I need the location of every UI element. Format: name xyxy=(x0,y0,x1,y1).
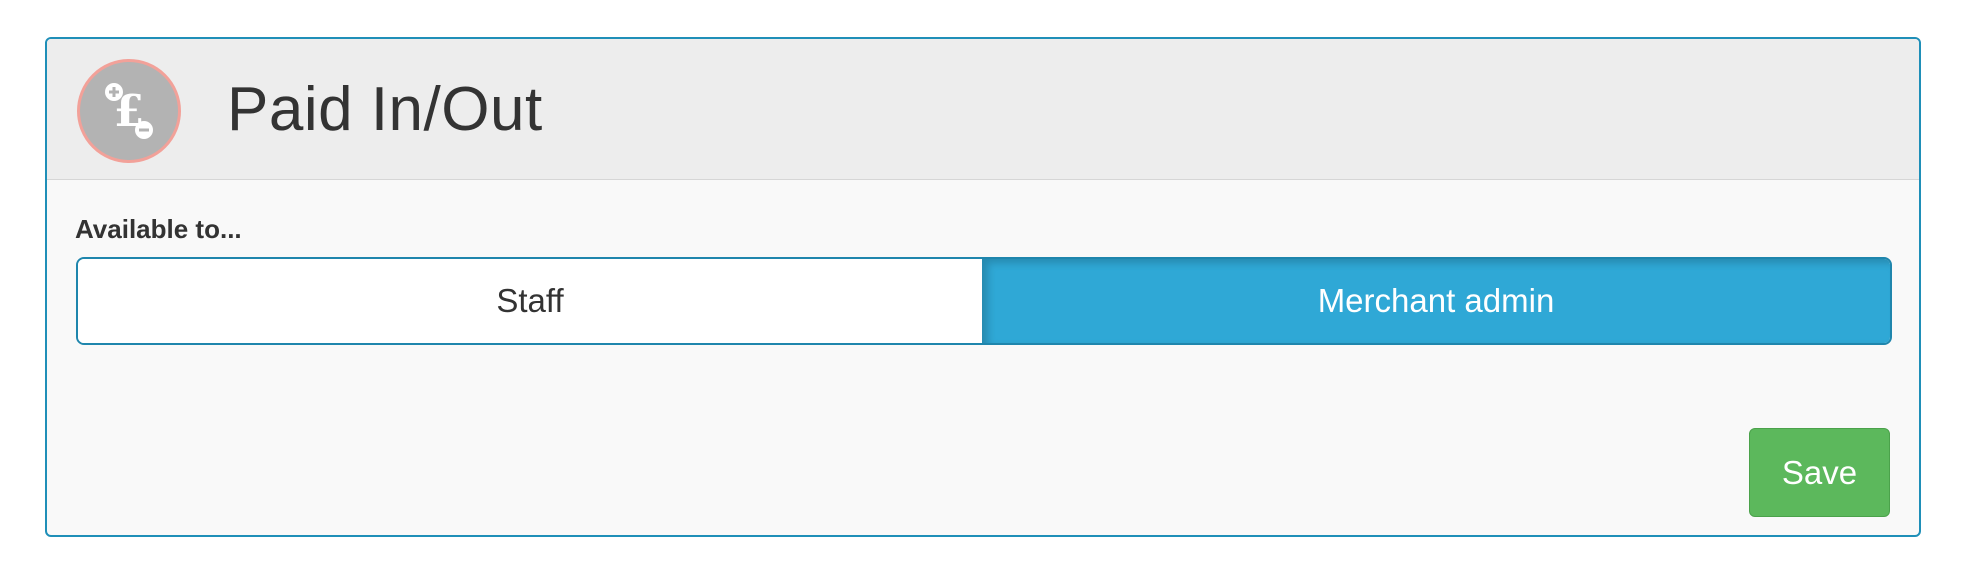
merchant-admin-option-label: Merchant admin xyxy=(1317,282,1555,319)
staff-option-label: Staff xyxy=(496,282,564,319)
save-button[interactable]: Save xyxy=(1749,428,1890,517)
merchant-admin-option-button[interactable]: Merchant admin xyxy=(982,259,1890,343)
pound-plus-minus-icon: £ xyxy=(77,59,181,163)
paid-in-out-panel: £ Paid In/Out Available to... Staff Merc… xyxy=(45,37,1921,537)
page-title: Paid In/Out xyxy=(227,75,543,144)
staff-option-button[interactable]: Staff xyxy=(78,259,982,343)
availability-toggle: Staff Merchant admin xyxy=(76,257,1892,345)
available-to-label: Available to... xyxy=(75,214,242,244)
panel-header: £ Paid In/Out xyxy=(47,39,1919,180)
panel-body: Available to... Staff Merchant admin Sav… xyxy=(47,180,1919,535)
save-button-label: Save xyxy=(1781,453,1858,491)
